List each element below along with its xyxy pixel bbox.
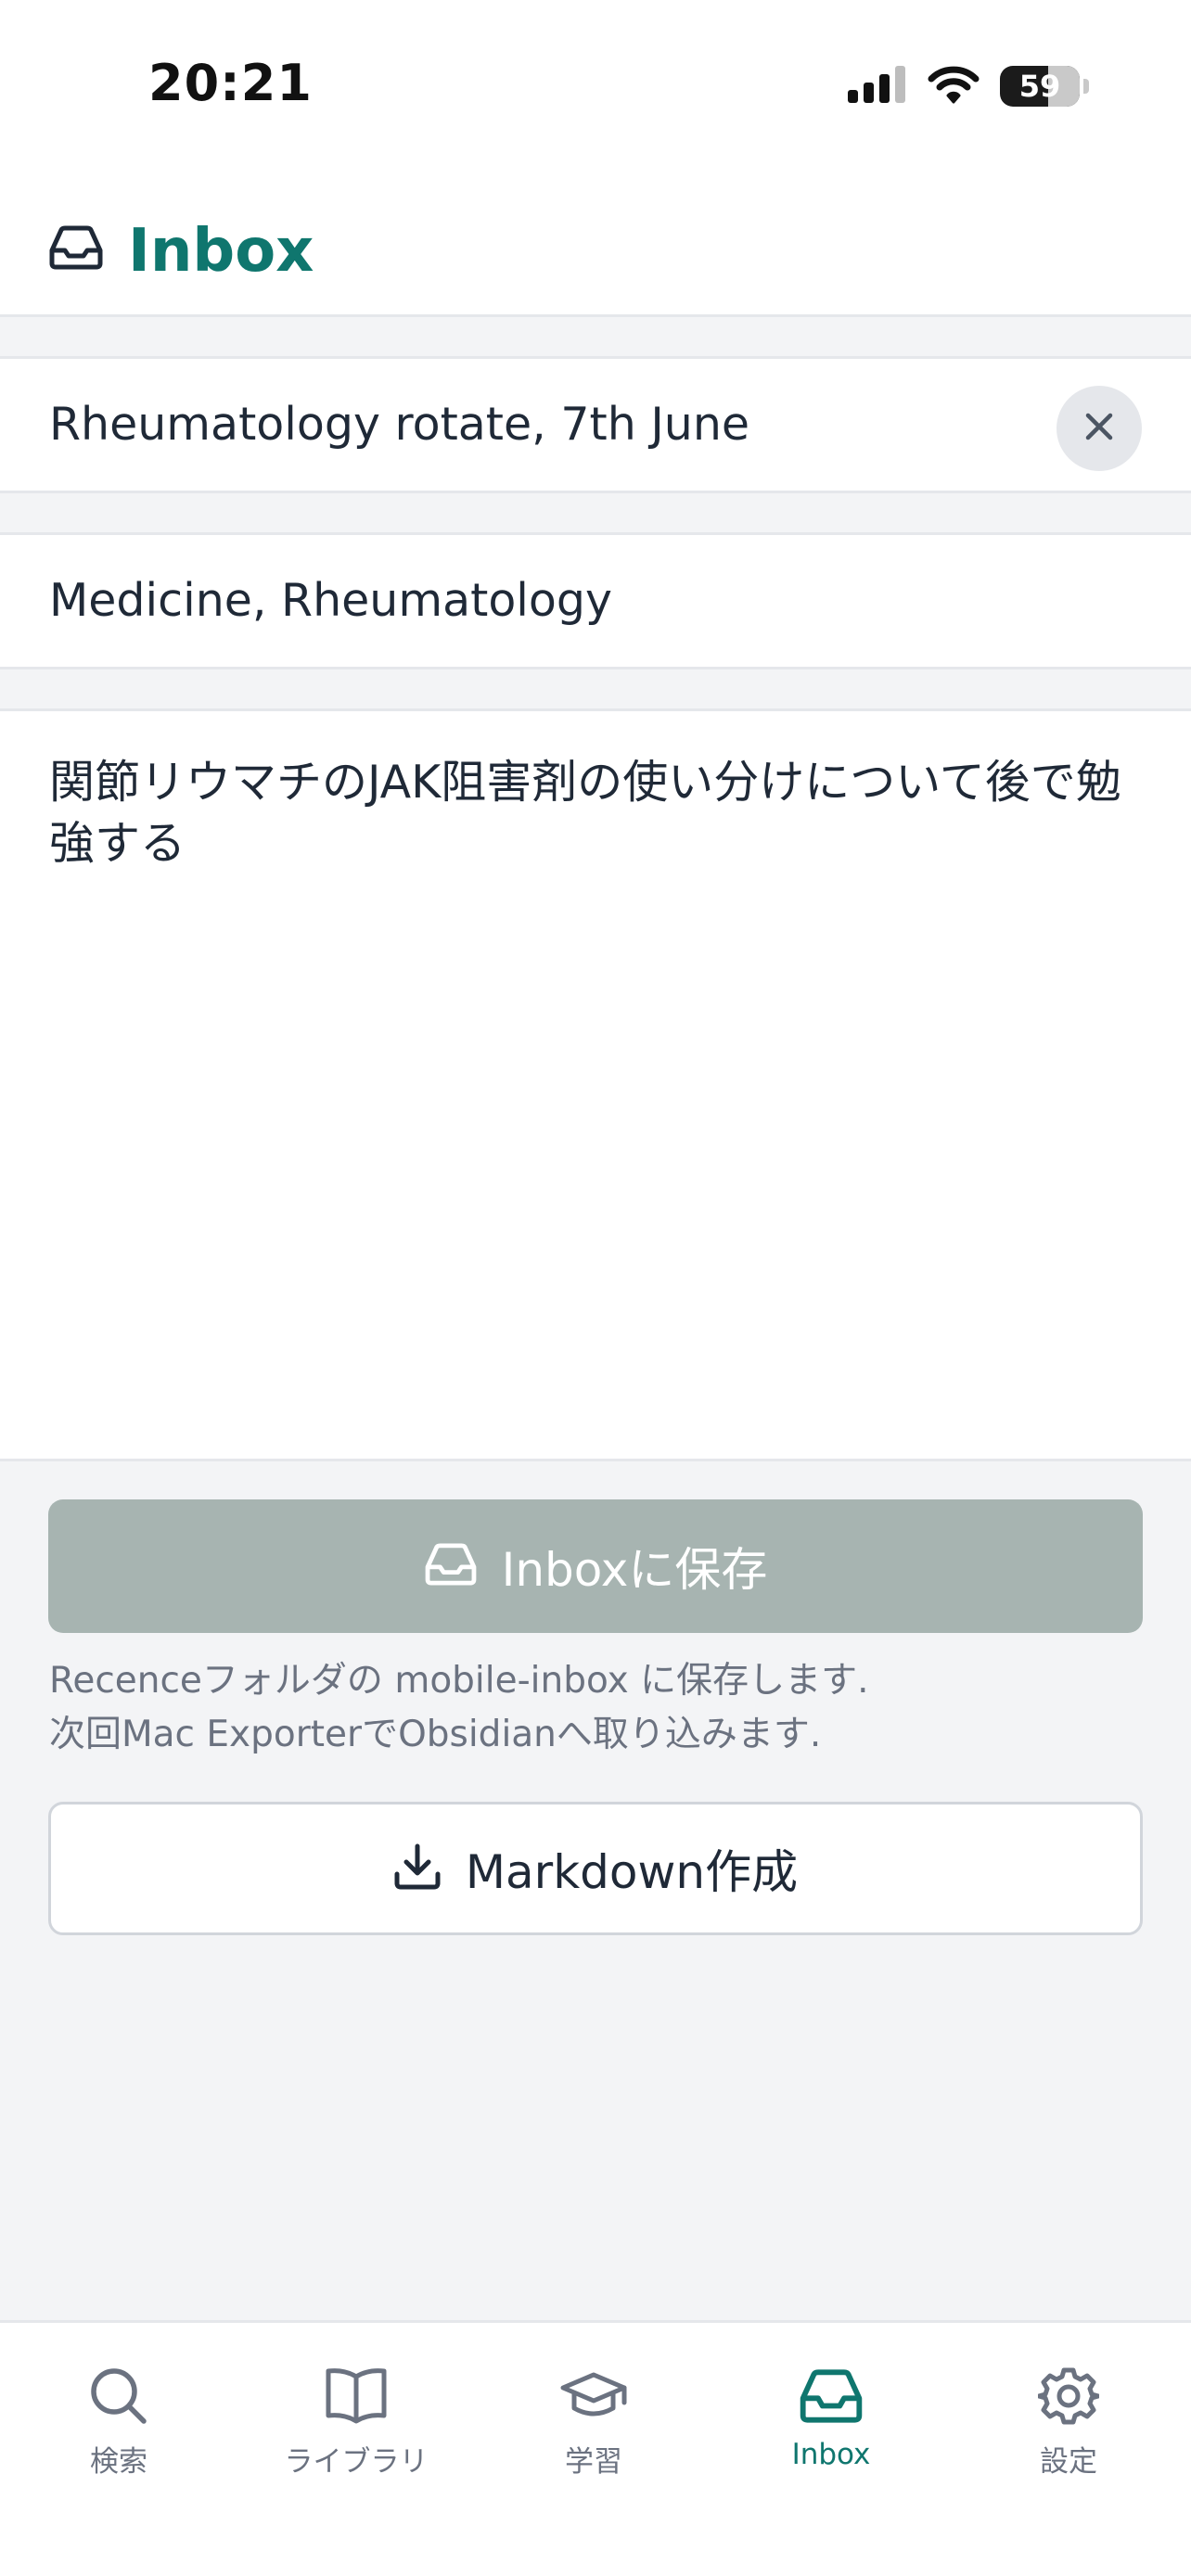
save-to-inbox-button[interactable]: Inboxに保存	[48, 1499, 1143, 1633]
create-markdown-button[interactable]: Markdown作成	[48, 1802, 1143, 1935]
tab-bar: 検索 ライブラリ 学習 Inbox 設定	[0, 2320, 1191, 2576]
inbox-icon	[799, 2366, 864, 2430]
tab-settings[interactable]: 設定	[950, 2366, 1187, 2486]
title-input[interactable]: Rheumatology rotate, 7th June	[49, 398, 749, 451]
tags-field[interactable]: Medicine, Rheumatology	[0, 532, 1191, 670]
battery-icon: 59	[1000, 66, 1080, 107]
tab-label-search: 検索	[90, 2445, 147, 2479]
hint-line-1: Recenceフォルダの mobile-inbox に保存します.	[49, 1660, 869, 1702]
battery-tip	[1083, 79, 1089, 94]
body-textarea[interactable]: 関節リウマチのJAK阻害剤の使い分けについて後で勉強する	[49, 752, 1145, 874]
gear-icon	[1036, 2366, 1101, 2430]
tab-label-inbox: Inbox	[791, 2438, 871, 2471]
tags-input[interactable]: Medicine, Rheumatology	[49, 574, 612, 627]
clear-title-button[interactable]	[1057, 386, 1142, 471]
save-button-label: Inboxに保存	[501, 1543, 768, 1597]
tab-label-study: 学習	[565, 2445, 622, 2479]
inbox-icon	[424, 1542, 478, 1590]
tab-study[interactable]: 学習	[475, 2366, 712, 2486]
book-icon	[324, 2366, 389, 2430]
status-icons: 59	[848, 65, 1089, 108]
inbox-icon	[48, 224, 104, 274]
markdown-button-label: Markdown作成	[465, 1845, 799, 1899]
signal-icon	[848, 66, 907, 107]
download-icon	[393, 1843, 442, 1894]
inbox-screen: 20:21 59 Inbox Rheumatology rotate, 7th …	[0, 0, 1191, 2576]
body-field[interactable]: 関節リウマチのJAK阻害剤の使い分けについて後で勉強する	[0, 708, 1191, 1461]
tab-inbox[interactable]: Inbox	[712, 2366, 950, 2486]
close-icon	[1082, 410, 1116, 447]
status-time: 20:21	[148, 54, 313, 112]
graduation-cap-icon	[559, 2366, 628, 2430]
status-bar: 20:21 59	[0, 0, 1191, 176]
tab-label-library: ライブラリ	[284, 2445, 429, 2479]
hint-line-2: 次回Mac ExporterでObsidianへ取り込みます.	[49, 1714, 822, 1755]
save-hint: Recenceフォルダの mobile-inbox に保存します. 次回Mac …	[49, 1654, 869, 1762]
page-header: Inbox	[0, 176, 1191, 317]
tab-search[interactable]: 検索	[0, 2366, 237, 2486]
page-title: Inbox	[128, 217, 314, 286]
tab-library[interactable]: ライブラリ	[237, 2366, 475, 2486]
wifi-icon	[928, 65, 980, 108]
search-icon	[88, 2366, 149, 2430]
battery-level: 59	[1018, 69, 1061, 104]
tab-label-settings: 設定	[1040, 2445, 1097, 2479]
title-field[interactable]: Rheumatology rotate, 7th June	[0, 356, 1191, 493]
